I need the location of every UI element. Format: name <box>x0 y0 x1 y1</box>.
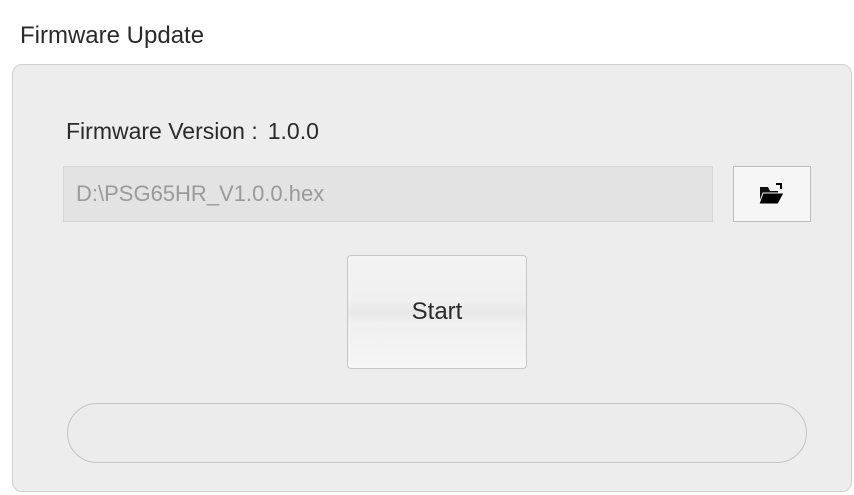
firmware-file-path-field[interactable] <box>63 166 713 222</box>
firmware-version-value: 1.0.0 <box>267 118 319 144</box>
folder-open-icon <box>759 183 785 205</box>
browse-file-button[interactable] <box>733 166 811 222</box>
firmware-update-panel: Firmware Version : 1.0.0 Start <box>12 64 852 492</box>
start-button[interactable]: Start <box>347 255 527 369</box>
update-progress-bar <box>67 403 807 463</box>
page-title: Firmware Update <box>20 22 205 49</box>
firmware-version-label: Firmware Version : <box>66 118 258 144</box>
firmware-version-row: Firmware Version : 1.0.0 <box>66 118 319 145</box>
firmware-update-window: Firmware Update Firmware Version : 1.0.0 … <box>0 0 854 495</box>
